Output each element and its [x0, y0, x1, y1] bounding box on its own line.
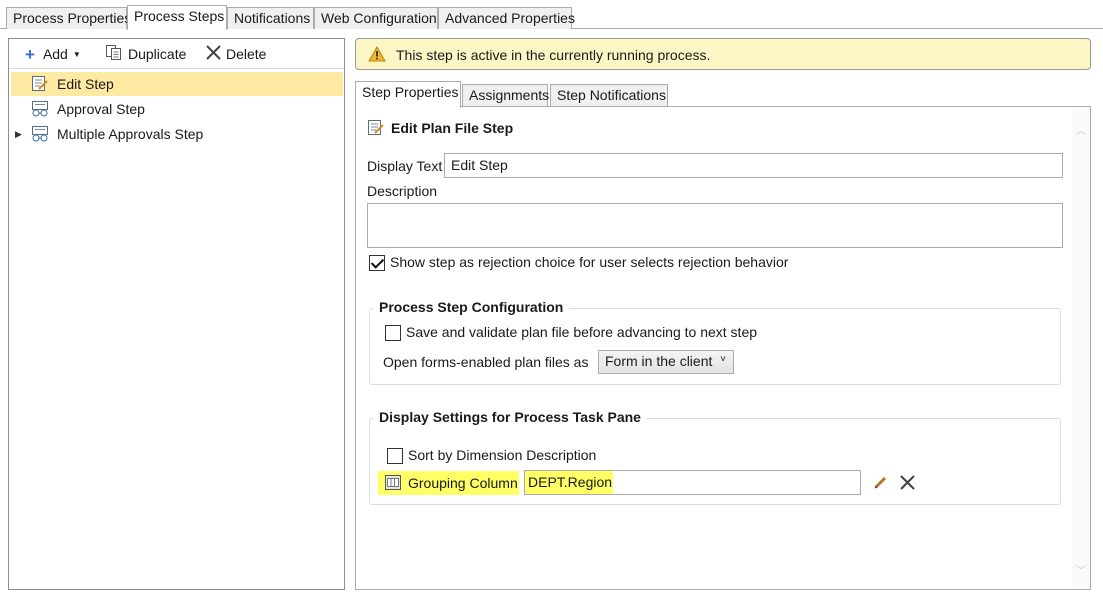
- delete-x-icon: [205, 44, 222, 64]
- description-input[interactable]: [367, 203, 1063, 248]
- approval-step-icon: [31, 100, 49, 120]
- save-validate-checkbox[interactable]: [385, 325, 401, 341]
- banner-text: This step is active in the currently run…: [396, 47, 711, 63]
- grouping-column-value: DEPT.Region: [528, 474, 613, 490]
- tree-item-label: Multiple Approvals Step: [57, 126, 204, 142]
- grouping-column-input[interactable]: DEPT.Region: [524, 470, 861, 495]
- delete-label: Delete: [226, 46, 267, 62]
- tab-notifications[interactable]: Notifications: [227, 7, 314, 29]
- vertical-scrollbar[interactable]: ︿ ﹀: [1072, 108, 1089, 588]
- duplicate-label: Duplicate: [128, 46, 187, 62]
- add-button[interactable]: + Add ▼: [25, 44, 81, 64]
- tab-process-properties[interactable]: Process Properties: [6, 7, 131, 29]
- delete-button[interactable]: Delete: [205, 44, 266, 64]
- warning-icon: [368, 45, 386, 65]
- active-step-banner: This step is active in the currently run…: [355, 38, 1091, 70]
- sort-by-description-label: Sort by Dimension Description: [408, 447, 597, 463]
- display-settings-title: Display Settings for Process Task Pane: [373, 409, 647, 425]
- tab-advanced-properties[interactable]: Advanced Properties: [438, 7, 575, 29]
- tab-step-notifications[interactable]: Step Notifications: [550, 84, 668, 106]
- tab-process-steps[interactable]: Process Steps: [127, 5, 227, 30]
- tree-item-edit-step[interactable]: Edit Step: [11, 72, 343, 96]
- display-text-label: Display Text: [367, 158, 443, 174]
- rejection-choice-label: Show step as rejection choice for user s…: [390, 254, 789, 270]
- scroll-down-icon[interactable]: ﹀: [1076, 562, 1086, 577]
- steps-panel: + Add ▼ Duplicate Delete Edit Step Appro…: [8, 38, 345, 590]
- tree-item-label: Edit Step: [57, 76, 114, 92]
- plan-file-edit-icon: [367, 119, 385, 139]
- rejection-choice-checkbox[interactable]: [369, 255, 385, 271]
- grouping-column-icon: [385, 475, 401, 493]
- chevron-down-icon: ˅: [720, 354, 726, 365]
- step-properties-panel: ︿ ﹀ Edit Plan File Step Display Text Edi…: [355, 106, 1091, 590]
- open-forms-value: Form in the client: [605, 353, 713, 369]
- process-step-configuration-title: Process Step Configuration: [373, 299, 570, 315]
- pencil-icon[interactable]: [873, 475, 888, 493]
- edit-step-icon: [31, 75, 49, 95]
- tab-web-configuration[interactable]: Web Configuration: [314, 7, 438, 29]
- duplicate-button[interactable]: Duplicate: [105, 44, 186, 64]
- tree-item-label: Approval Step: [57, 101, 145, 117]
- duplicate-icon: [105, 44, 123, 64]
- description-label: Description: [367, 183, 438, 199]
- tab-assignments[interactable]: Assignments: [462, 84, 549, 106]
- plus-icon: +: [25, 44, 35, 64]
- step-header-title: Edit Plan File Step: [391, 120, 514, 136]
- add-label: Add: [42, 46, 68, 62]
- grouping-column-label: Grouping Column: [408, 475, 518, 491]
- sort-by-description-checkbox[interactable]: [387, 448, 403, 464]
- tree-item-multiple-approvals-step[interactable]: ▶ Multiple Approvals Step: [11, 122, 343, 146]
- steps-toolbar: + Add ▼ Duplicate Delete: [9, 39, 344, 69]
- tab-step-properties[interactable]: Step Properties: [355, 81, 461, 108]
- open-forms-label: Open forms-enabled plan files as: [383, 354, 589, 370]
- open-forms-dropdown[interactable]: Form in the client ˅: [598, 350, 734, 374]
- scroll-up-icon[interactable]: ︿: [1076, 122, 1086, 137]
- tree-item-approval-step[interactable]: Approval Step: [11, 97, 343, 121]
- display-text-input[interactable]: Edit Step: [444, 153, 1063, 178]
- multiple-approvals-icon: [31, 125, 49, 145]
- clear-x-icon[interactable]: [899, 474, 916, 494]
- expand-arrow-icon[interactable]: ▶: [15, 129, 22, 140]
- dropdown-arrow-icon: ▼: [72, 49, 81, 59]
- save-validate-label: Save and validate plan file before advan…: [406, 324, 758, 340]
